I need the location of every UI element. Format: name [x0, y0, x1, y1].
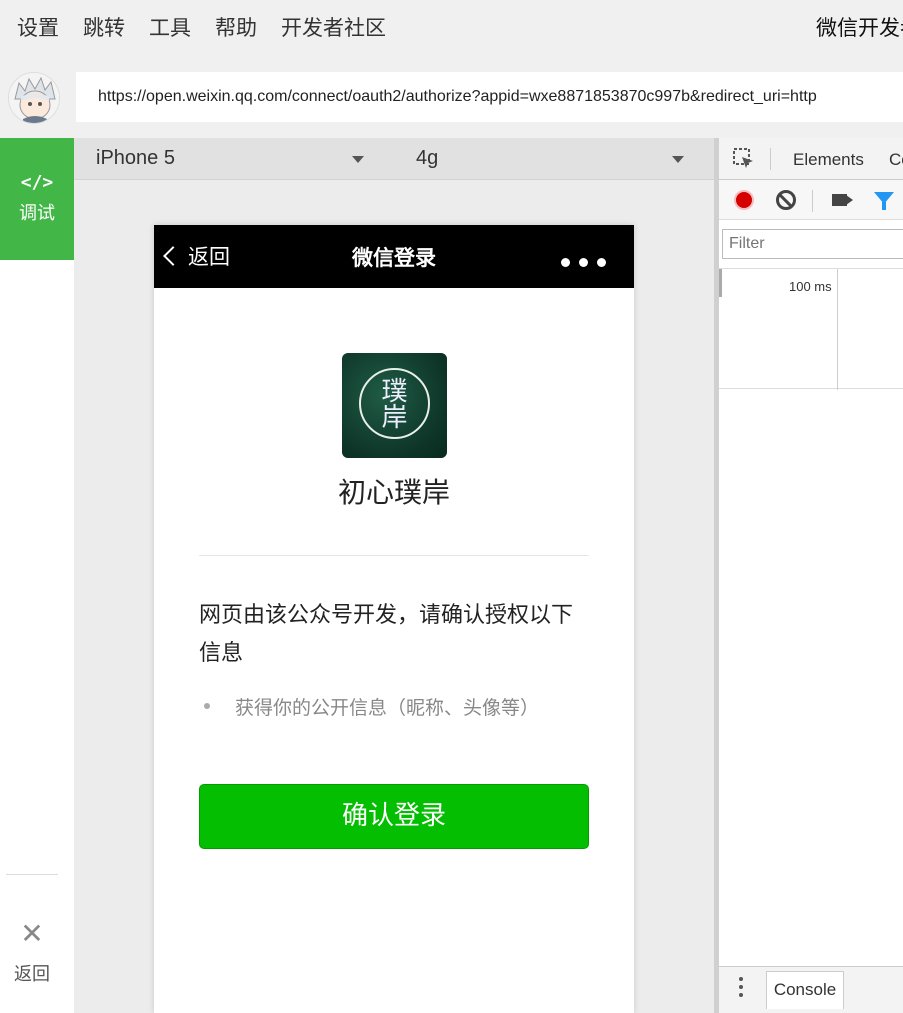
timeline-gridline	[837, 269, 838, 390]
inspect-icon[interactable]	[733, 148, 755, 170]
phone-screen: 返回 微信登录 璞岸 初心璞岸 网页由该公众号开发，请确认授权以下信息 获得你的…	[154, 225, 634, 1013]
debug-label: 调试	[19, 203, 55, 224]
timeline-label: 100 ms	[789, 279, 832, 294]
camera-icon[interactable]	[832, 194, 847, 206]
menu-settings[interactable]: 设置	[17, 12, 59, 42]
tab-elements[interactable]: Elements	[793, 150, 864, 170]
user-avatar[interactable]	[8, 72, 60, 124]
network-select[interactable]: 4g	[416, 147, 438, 170]
logo-lettering: 璞岸	[381, 377, 408, 433]
devtools-tabs: Elements Co	[719, 138, 903, 180]
divider	[199, 555, 589, 556]
drawer-console-tab[interactable]: Console	[766, 971, 844, 1009]
tab-console[interactable]: Co	[889, 150, 903, 170]
auth-notice: 网页由该公众号开发，请确认授权以下信息	[199, 603, 574, 666]
drawer-bar: Console	[719, 966, 903, 1013]
menu-dev-community[interactable]: 开发者社区	[281, 12, 386, 42]
menu-bar: 设置 跳转 工具 帮助 开发者社区 微信开发者	[0, 0, 903, 52]
permission-item: 获得你的公开信息（昵称、头像等）	[204, 693, 539, 720]
account-logo: 璞岸	[342, 353, 447, 458]
app-title: 微信开发者	[816, 16, 903, 40]
left-sidebar: </> 调试 ✕ 返回	[0, 138, 74, 1013]
chevron-down-icon[interactable]	[672, 156, 684, 163]
close-icon: ✕	[20, 917, 44, 950]
menu-tools[interactable]: 工具	[149, 12, 191, 42]
clear-icon[interactable]	[776, 190, 796, 210]
chevron-down-icon[interactable]	[352, 156, 364, 163]
network-toolbar	[719, 180, 903, 220]
back-label: 返回	[14, 964, 50, 985]
permission-text: 获得你的公开信息（昵称、头像等）	[235, 697, 540, 719]
simulator-toolbar: iPhone 5 4g	[74, 138, 714, 180]
code-icon: </>	[20, 172, 54, 193]
more-vert-icon[interactable]	[739, 977, 743, 1001]
confirm-login-button[interactable]: 确认登录	[199, 784, 589, 849]
network-timeline: 100 ms	[719, 268, 903, 390]
menu-jump[interactable]: 跳转	[83, 12, 125, 42]
filter-input[interactable]	[722, 229, 903, 259]
toolbar-separator	[770, 148, 771, 170]
account-name: 初心璞岸	[337, 476, 450, 509]
more-icon[interactable]	[552, 252, 606, 271]
url-input[interactable]: https://open.weixin.qq.com/connect/oauth…	[76, 72, 903, 122]
phone-nav-bar: 返回 微信登录	[154, 225, 634, 288]
sidebar-divider	[6, 874, 58, 875]
avatar-image	[9, 73, 59, 123]
toolbar-separator	[812, 190, 813, 212]
record-icon[interactable]	[734, 190, 754, 210]
device-select[interactable]: iPhone 5	[96, 147, 175, 170]
sidebar-back-button[interactable]: ✕ 返回	[0, 918, 64, 986]
simulator-panel: iPhone 5 4g 返回 微信登录 璞岸 初心璞岸 网页由该公众号开发，请确…	[74, 138, 714, 1013]
menu-help[interactable]: 帮助	[215, 12, 257, 42]
bullet-icon	[204, 703, 210, 709]
devtools-panel: Elements Co 100 ms Console	[714, 138, 903, 1013]
filter-icon[interactable]	[874, 192, 894, 210]
timeline-handle[interactable]	[719, 269, 722, 297]
debug-button[interactable]: </> 调试	[0, 138, 74, 260]
